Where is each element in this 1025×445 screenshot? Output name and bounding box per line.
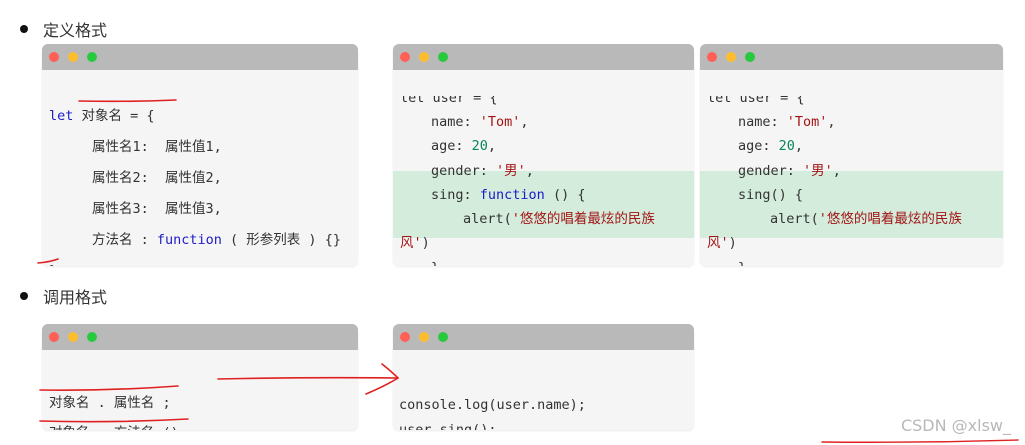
section-heading-define: 定义格式 <box>20 17 107 41</box>
close-dot-icon <box>49 52 59 62</box>
code-window-example-shorthand: let user = { name: 'Tom', age: 20, gende… <box>700 44 1003 266</box>
code-line: } <box>49 259 57 266</box>
code-line: 对象名 . 属性名 ; <box>49 395 171 411</box>
code-line: let user = { <box>400 90 498 106</box>
watermark: CSDN @xlsw_ <box>900 416 1011 435</box>
code-window-define: let 对象名 = { 属性名1: 属性值1, 属性名2: 属性值2, 属性名3… <box>42 44 358 266</box>
maximize-dot-icon <box>438 332 448 342</box>
window-titlebar <box>700 44 1003 70</box>
code-block: console.log(user.name); user.sing(); <box>393 350 694 430</box>
code-line: 属性名3: 属性值3, <box>92 201 222 217</box>
code-line: alert('悠悠的唱着最炫的民族 <box>463 211 655 227</box>
code-block: let user = { name: 'Tom', age: 20, gende… <box>700 70 1003 266</box>
close-dot-icon <box>400 332 410 342</box>
close-dot-icon <box>707 52 717 62</box>
window-titlebar <box>42 44 358 70</box>
code-line: gender: '男', <box>431 163 534 179</box>
code-line: 风') <box>400 235 430 251</box>
window-titlebar <box>42 324 358 350</box>
maximize-dot-icon <box>87 332 97 342</box>
code-line: 属性名1: 属性值1, <box>92 139 222 155</box>
code-window-example-function: let user = { name: 'Tom', age: 20, gende… <box>393 44 694 266</box>
close-dot-icon <box>400 52 410 62</box>
code-line: console.log(user.name); <box>399 397 586 413</box>
code-line: user.sing(); <box>399 422 497 430</box>
window-titlebar <box>393 324 694 350</box>
code-block: let user = { name: 'Tom', age: 20, gende… <box>393 70 694 266</box>
code-line: alert('悠悠的唱着最炫的民族 <box>770 211 962 227</box>
underline-watermark <box>821 439 1019 443</box>
minimize-dot-icon <box>68 52 78 62</box>
minimize-dot-icon <box>726 52 736 62</box>
code-line: name: 'Tom', <box>738 114 836 130</box>
code-window-call: 对象名 . 属性名 ; 对象名 . 方法名 (); <box>42 324 358 430</box>
section-title-define: 定义格式 <box>43 21 108 40</box>
bullet-icon <box>20 292 28 300</box>
code-line: name: 'Tom', <box>431 114 529 130</box>
minimize-dot-icon <box>68 332 78 342</box>
section-title-call: 调用格式 <box>43 288 108 307</box>
code-line: 方法名 : function ( 形参列表 ) {} <box>92 232 341 248</box>
minimize-dot-icon <box>419 52 429 62</box>
code-line: gender: '男', <box>738 163 841 179</box>
maximize-dot-icon <box>745 52 755 62</box>
code-line: 对象名 . 方法名 (); <box>49 421 187 430</box>
code-line: let user = { <box>707 90 805 106</box>
window-titlebar <box>393 44 694 70</box>
section-heading-call: 调用格式 <box>20 284 107 308</box>
code-line: 属性名2: 属性值2, <box>92 170 222 186</box>
code-line: sing() { <box>738 187 804 203</box>
code-block: 对象名 . 属性名 ; 对象名 . 方法名 (); <box>42 350 358 430</box>
bullet-icon <box>20 25 28 33</box>
close-dot-icon <box>49 332 59 342</box>
code-window-call-example: console.log(user.name); user.sing(); <box>393 324 694 430</box>
code-line: sing: function () { <box>431 187 586 203</box>
maximize-dot-icon <box>438 52 448 62</box>
code-block: let 对象名 = { 属性名1: 属性值1, 属性名2: 属性值2, 属性名3… <box>42 70 358 266</box>
code-line: age: 20, <box>431 138 497 154</box>
maximize-dot-icon <box>87 52 97 62</box>
code-line: age: 20, <box>738 138 804 154</box>
code-line: } <box>738 256 746 266</box>
code-line: } <box>431 256 439 266</box>
code-line: let 对象名 = { <box>49 108 155 124</box>
minimize-dot-icon <box>419 332 429 342</box>
code-line: 风') <box>707 235 737 251</box>
